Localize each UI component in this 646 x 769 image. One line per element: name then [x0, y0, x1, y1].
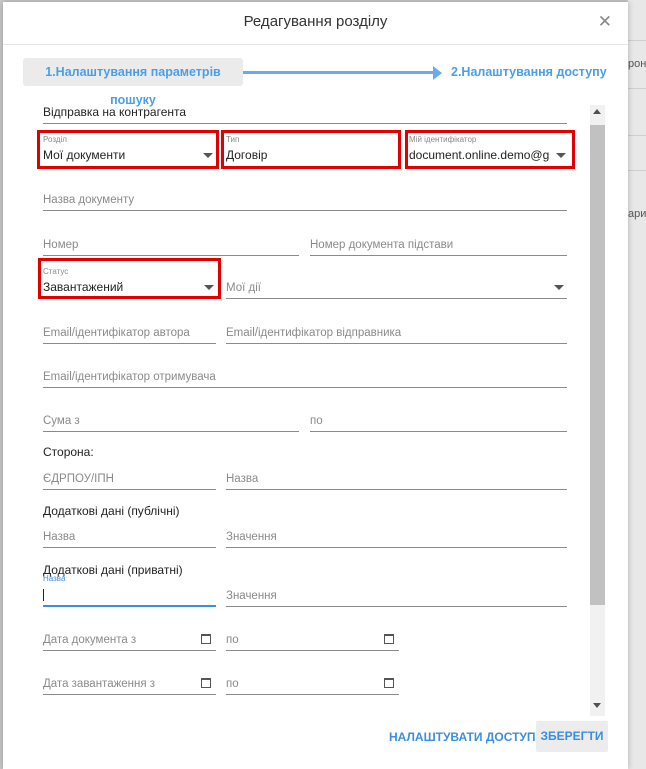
number-placeholder: Номер — [43, 239, 79, 251]
party-name-field[interactable]: Назва — [226, 465, 567, 490]
upload-date-from-placeholder: Дата завантаження з — [43, 678, 156, 690]
document-date-from-placeholder: Дата документа з — [43, 634, 137, 646]
sum-to-field[interactable]: по — [310, 406, 567, 432]
recipient-email-field[interactable]: Email/ідентифікатор отримувача — [43, 362, 567, 388]
background-divider — [628, 88, 646, 89]
sum-from-field[interactable]: Сума з — [43, 406, 299, 432]
background-divider — [628, 170, 646, 171]
party-heading: Сторона: — [43, 445, 94, 459]
sum-from-placeholder: Сума з — [43, 415, 80, 427]
private-data-name-field[interactable]: Назва — [43, 573, 216, 607]
calendar-icon[interactable] — [384, 678, 394, 688]
party-code-placeholder: ЄДРПОУ/ІПН — [43, 473, 114, 485]
public-data-name-placeholder: Назва — [43, 531, 76, 543]
send-to-counterparty-field[interactable]: Відправка на контрагента — [43, 102, 567, 124]
document-name-field[interactable]: Назва документу — [43, 184, 567, 211]
send-to-counterparty-value: Відправка на контрагента — [43, 105, 187, 119]
public-data-heading: Додаткові дані (публічні) — [43, 504, 180, 518]
document-date-from-field[interactable]: Дата документа з — [43, 628, 216, 651]
upload-date-to-placeholder: по — [226, 678, 239, 690]
number-field[interactable]: Номер — [43, 230, 299, 256]
document-date-to-placeholder: по — [226, 634, 239, 646]
highlight-box-section — [37, 130, 219, 169]
step-access-settings[interactable]: 2.Налаштування доступу — [451, 58, 607, 86]
author-email-field[interactable]: Email/ідентифікатор автора — [43, 318, 216, 344]
close-icon[interactable]: ✕ — [598, 13, 612, 31]
document-date-to-field[interactable]: по — [226, 628, 399, 651]
calendar-icon[interactable] — [201, 678, 211, 688]
my-actions-select[interactable]: Мої дії — [226, 274, 567, 299]
text-cursor — [43, 589, 44, 601]
calendar-icon[interactable] — [384, 634, 394, 644]
private-data-name-label: Назва — [43, 574, 66, 583]
party-code-field[interactable]: ЄДРПОУ/ІПН — [43, 465, 216, 490]
upload-date-to-field[interactable]: по — [226, 672, 399, 695]
public-data-value-placeholder: Значення — [226, 531, 277, 543]
sum-to-placeholder: по — [310, 415, 323, 427]
step-arrow — [243, 71, 435, 74]
sender-email-field[interactable]: Email/ідентифікатор відправника — [226, 318, 567, 344]
save-button[interactable]: ЗБЕРЕГТИ — [536, 721, 608, 752]
scroll-up-icon[interactable] — [593, 109, 601, 114]
background-text: рон — [628, 58, 646, 70]
upload-date-from-field[interactable]: Дата завантаження з — [43, 672, 216, 695]
background-divider — [628, 135, 646, 136]
dialog-title: Редагування розділу — [3, 2, 628, 45]
document-name-placeholder: Назва документу — [43, 194, 135, 206]
basis-document-number-field[interactable]: Номер документа підстави — [310, 230, 567, 256]
public-data-value-field[interactable]: Значення — [226, 523, 567, 548]
step-search-settings[interactable]: 1.Налаштування параметрів пошуку — [23, 58, 243, 107]
background-divider — [628, 40, 646, 41]
private-data-value-placeholder: Значення — [226, 590, 277, 602]
background-text: ари — [628, 208, 646, 220]
my-actions-placeholder: Мої дії — [226, 282, 261, 294]
highlight-box-type — [221, 130, 401, 169]
public-data-name-field[interactable]: Назва — [43, 523, 216, 548]
chevron-down-icon — [554, 285, 564, 290]
calendar-icon[interactable] — [201, 634, 211, 644]
highlight-box-my-identifier — [405, 130, 575, 169]
party-name-placeholder: Назва — [226, 473, 259, 485]
scrollbar-thumb[interactable] — [590, 125, 605, 605]
recipient-email-placeholder: Email/ідентифікатор отримувача — [43, 371, 216, 383]
configure-access-button[interactable]: НАЛАШТУВАТИ ДОСТУП — [383, 722, 542, 752]
highlight-box-status — [38, 258, 221, 299]
edit-section-dialog: Редагування розділу ✕ 1.Налаштування пар… — [3, 2, 628, 769]
basis-document-number-placeholder: Номер документа підстави — [310, 239, 454, 251]
author-email-placeholder: Email/ідентифікатор автора — [43, 327, 190, 339]
sender-email-placeholder: Email/ідентифікатор відправника — [226, 327, 402, 339]
arrow-right-icon — [433, 66, 442, 80]
scroll-down-icon[interactable] — [593, 703, 601, 708]
background-app — [628, 0, 646, 769]
private-data-value-field[interactable]: Значення — [226, 582, 567, 607]
